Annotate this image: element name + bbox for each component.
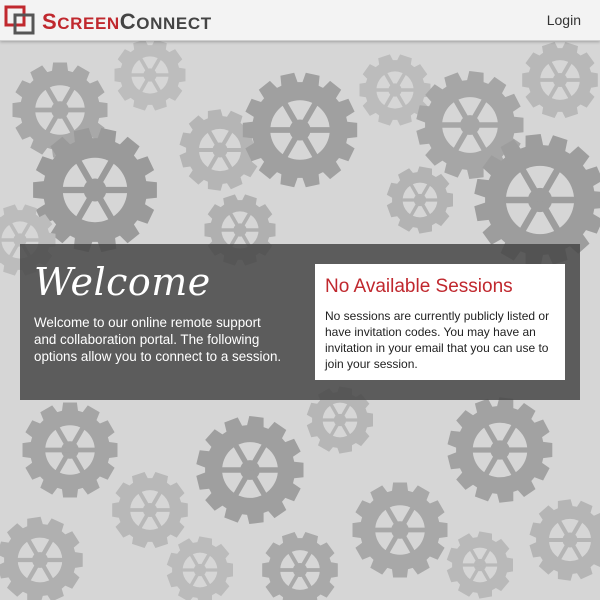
gear-icon — [242, 72, 358, 188]
top-bar: SCREENCONNECT Login — [0, 0, 600, 41]
gear-icon — [522, 42, 598, 118]
gear-icon — [447, 397, 553, 503]
sessions-text: No sessions are currently publicly liste… — [325, 309, 550, 371]
welcome-title: Welcome — [34, 260, 211, 304]
sessions-box: No Available Sessions No sessions are cu… — [315, 264, 565, 380]
gear-icon — [386, 166, 453, 234]
gear-icon — [22, 402, 118, 498]
gear-icon — [0, 516, 83, 600]
sessions-title: No Available Sessions — [325, 276, 513, 297]
gear-icon — [352, 482, 448, 578]
gear-icon — [114, 39, 186, 111]
gear-icon — [262, 532, 338, 600]
gear-icon — [446, 531, 513, 599]
logo-mark-icon — [4, 5, 35, 35]
screenconnect-logo: SCREENCONNECT — [4, 5, 212, 35]
welcome-panel: Welcome Welcome to our online remote sup… — [20, 244, 580, 400]
gear-icon — [529, 499, 600, 581]
svg-text:SCREENCONNECT: SCREENCONNECT — [42, 9, 212, 34]
gear-icon — [166, 536, 233, 600]
gear-icon — [112, 472, 188, 548]
gear-icon — [196, 416, 304, 524]
welcome-text: Welcome to our online remote support and… — [34, 315, 282, 364]
login-link[interactable]: Login — [547, 12, 581, 28]
